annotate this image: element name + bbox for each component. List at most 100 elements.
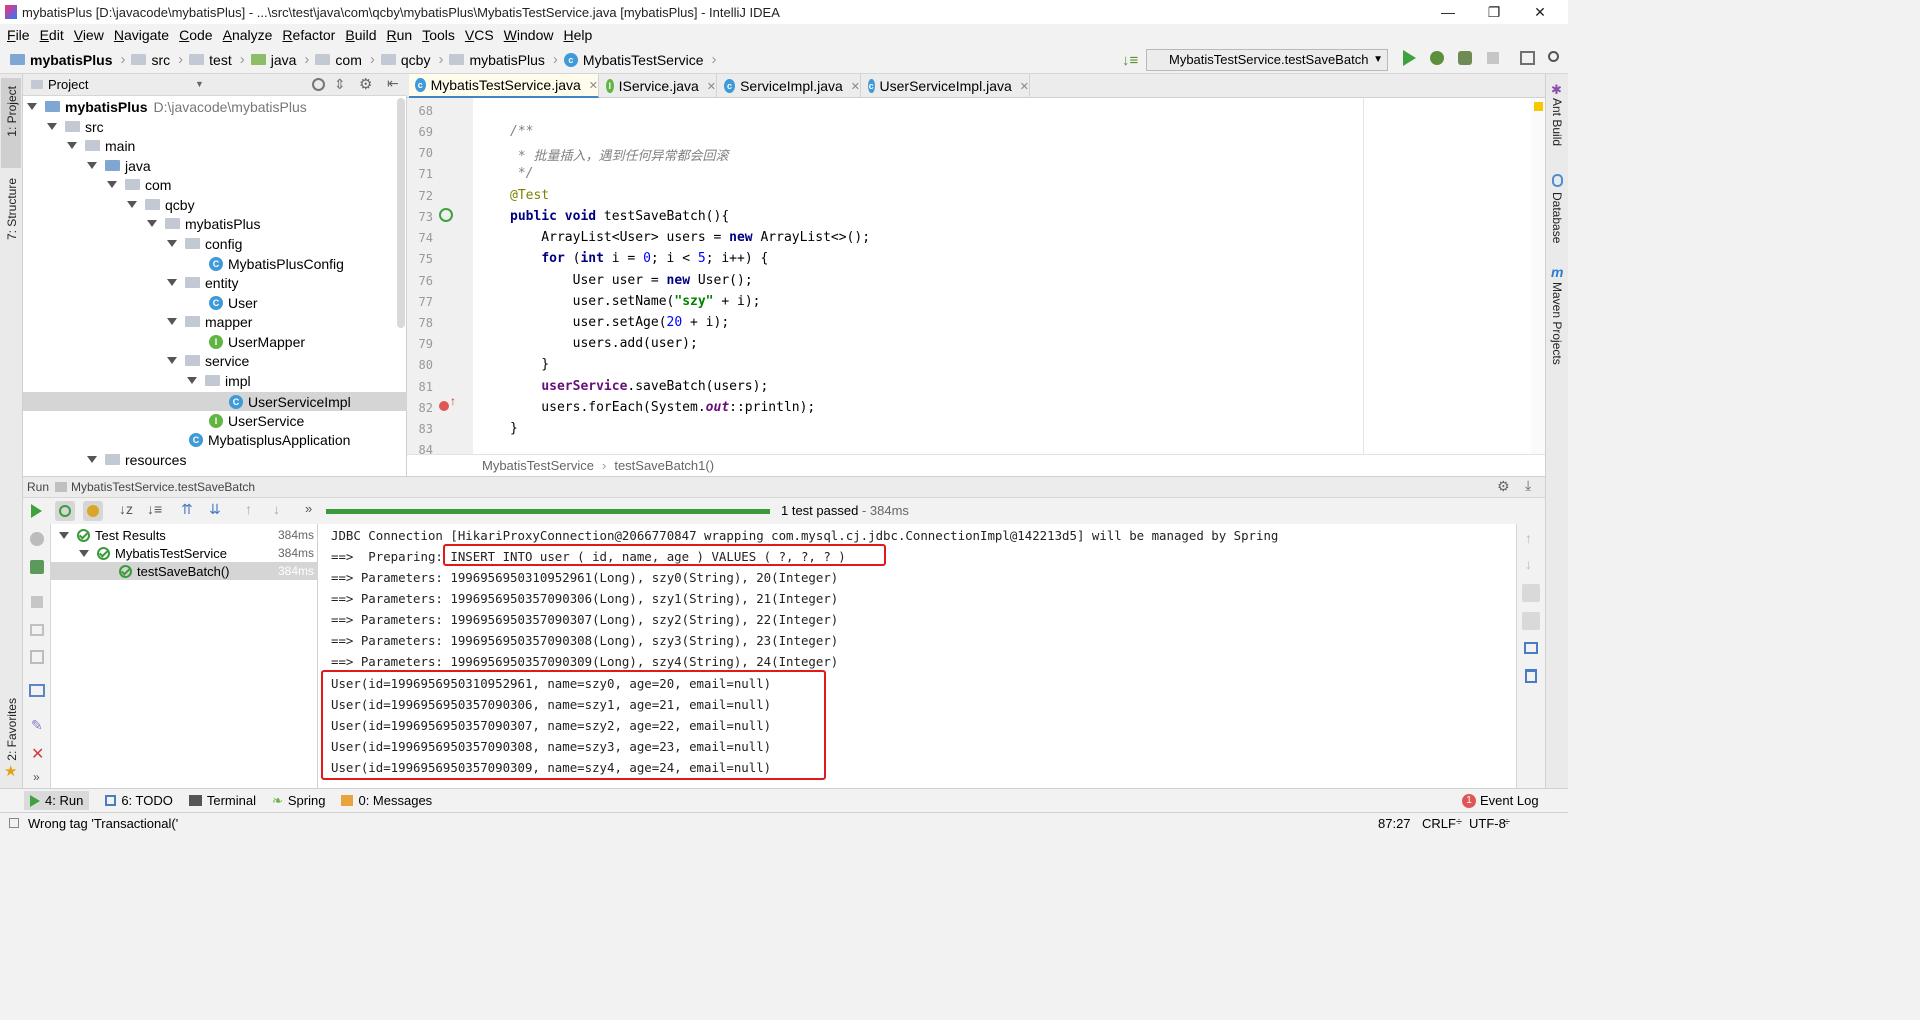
tree-node-entity[interactable]: entity [167,273,238,292]
build-icon[interactable]: ↓≡ [1122,52,1138,69]
event-log-button[interactable]: 1 Event Log [1462,793,1539,808]
tree-node-mybatisplusconfig[interactable]: C MybatisPlusConfig [209,254,344,273]
file-encoding[interactable]: UTF-8 [1469,816,1506,831]
close-icon[interactable]: ✕ [707,80,716,93]
test-node-method[interactable]: testSaveBatch() 384ms [51,562,318,580]
toggle-auto-test-icon[interactable] [30,532,44,546]
run-config-select[interactable]: MybatisTestService.testSaveBatch ▼ [1146,49,1388,71]
menu-refactor[interactable]: Refactor [282,27,335,43]
menu-build[interactable]: Build [345,27,376,43]
print-icon[interactable] [1524,642,1538,654]
menu-code[interactable]: Code [179,27,212,43]
menu-analyze[interactable]: Analyze [223,27,273,43]
breadcrumb-method[interactable]: testSaveBatch1() [614,458,714,473]
scroll-to-end-icon[interactable] [1522,612,1540,630]
scroll-down-icon[interactable]: ↓ [1525,556,1532,572]
trash-icon[interactable] [1525,669,1537,683]
run-test-icon[interactable] [439,208,453,222]
breadcrumb-item[interactable]: java › [250,51,309,68]
tree-node-mapper[interactable]: mapper [167,312,252,331]
maven-projects-label[interactable]: Maven Projects [1550,282,1564,365]
tree-node-project[interactable]: mybatisPlus D:\javacode\mybatisPlus [27,97,307,116]
tree-node-userserviceimpl[interactable]: C UserServiceImpl [229,392,351,411]
hide-icon[interactable]: ⇤ [387,75,399,92]
tab-mybatistestservice[interactable]: c MybatisTestService.java ✕ [409,74,599,98]
sort-alpha-icon[interactable]: ↓z [119,501,133,517]
project-tool-label[interactable]: 1: Project [5,86,19,137]
database-label[interactable]: Database [1550,192,1564,243]
more-icon[interactable]: » [33,770,40,784]
tab-todo[interactable]: 6: TODO [105,793,173,808]
breadcrumb-item[interactable]: src › [131,51,183,68]
breadcrumb-item[interactable]: test › [189,51,245,68]
ant-build-label[interactable]: Ant Build [1550,98,1564,146]
expand-all-icon[interactable]: ⇈ [181,501,193,518]
menu-navigate[interactable]: Navigate [114,27,169,43]
locate-icon[interactable] [312,78,325,91]
scrollbar[interactable] [397,98,405,328]
breadcrumb-item[interactable]: qcby › [380,51,443,68]
tree-node-src[interactable]: src [47,117,104,136]
rerun-icon[interactable] [31,504,42,518]
breakpoint-icon[interactable] [439,401,449,411]
close-icon[interactable]: ✕ [589,79,598,92]
cursor-position[interactable]: 87:27 [1378,816,1411,831]
tree-node-usermapper[interactable]: I UserMapper [209,332,305,351]
tree-node-resources[interactable]: resources [87,450,186,469]
test-node-class[interactable]: MybatisTestService 384ms [51,544,318,562]
menu-view[interactable]: View [74,27,104,43]
tab-serviceimpl[interactable]: c ServiceImpl.java ✕ [718,74,861,98]
breadcrumb-item[interactable]: com › [315,51,375,68]
tree-node-com[interactable]: com [107,175,171,194]
close-button[interactable]: ✕ [1517,0,1563,24]
menu-run[interactable]: Run [386,27,412,43]
tab-messages[interactable]: 0: Messages [341,793,432,808]
more-icon[interactable]: » [305,501,312,516]
prev-failed-icon[interactable]: ↑ [245,501,252,517]
tab-terminal[interactable]: Terminal [188,793,256,808]
pin-icon[interactable]: ✎ [31,717,43,734]
line-separator[interactable]: CRLF [1422,816,1456,831]
status-toggle-icon[interactable] [9,818,19,828]
console-output[interactable]: JDBC Connection [HikariProxyConnection@2… [318,524,1516,788]
gear-icon[interactable]: ⚙ [1497,478,1510,495]
code-editor[interactable]: ↑ 68 69 70 71 72 73 74 75 76 77 78 79 80… [407,98,1545,476]
sort-duration-icon[interactable]: ↓≡ [147,501,162,517]
breadcrumb-item[interactable]: c MybatisTestService › [563,51,717,68]
stop-icon[interactable] [1487,52,1499,64]
breadcrumb-item[interactable]: mybatisPlus › [10,51,125,68]
tree-node-user[interactable]: C User [209,293,258,312]
test-node-results[interactable]: Test Results 384ms [51,526,318,544]
close-icon[interactable]: ✕ [1020,80,1029,93]
tab-iservice[interactable]: I IService.java ✕ [600,74,717,98]
scroll-up-icon[interactable]: ↑ [1525,530,1532,546]
collapse-icon[interactable]: ⇕ [334,76,346,93]
tree-node-mybatisplusapplication[interactable]: C MybatisplusApplication [189,430,350,449]
tree-node-userservice[interactable]: I UserService [209,411,304,430]
menu-tools[interactable]: Tools [422,27,455,43]
soft-wrap-icon[interactable] [1522,584,1540,602]
menu-window[interactable]: Window [504,27,554,43]
hide-panel-icon[interactable]: ⤓ [1525,477,1531,494]
project-panel-title[interactable]: Project [48,77,88,92]
dump-threads-icon[interactable] [30,624,44,636]
menu-edit[interactable]: Edit [40,27,64,43]
tree-node-java[interactable]: java [87,156,151,175]
breadcrumb-item[interactable]: mybatisPlus › [449,51,558,68]
menu-help[interactable]: Help [563,27,592,43]
close-icon[interactable]: ✕ [31,744,44,764]
tree-node-service[interactable]: service [167,351,249,370]
chevron-down-icon[interactable]: ▼ [195,79,204,89]
coverage-icon[interactable] [1458,51,1472,65]
tab-spring[interactable]: ❧ Spring [272,793,325,809]
project-structure-icon[interactable] [1520,51,1535,65]
favorites-tool-label[interactable]: 2: Favorites [5,698,19,761]
gear-icon[interactable]: ⚙ [359,75,372,93]
menu-vcs[interactable]: VCS [465,27,494,43]
collapse-all-icon[interactable]: ⇊ [209,501,221,518]
tree-node-main[interactable]: main [67,136,135,155]
menu-file[interactable]: File [7,27,30,43]
stop-icon[interactable] [31,596,43,608]
rerun-failed-icon[interactable] [30,560,44,574]
tree-node-mybatisplus[interactable]: mybatisPlus [147,214,260,233]
